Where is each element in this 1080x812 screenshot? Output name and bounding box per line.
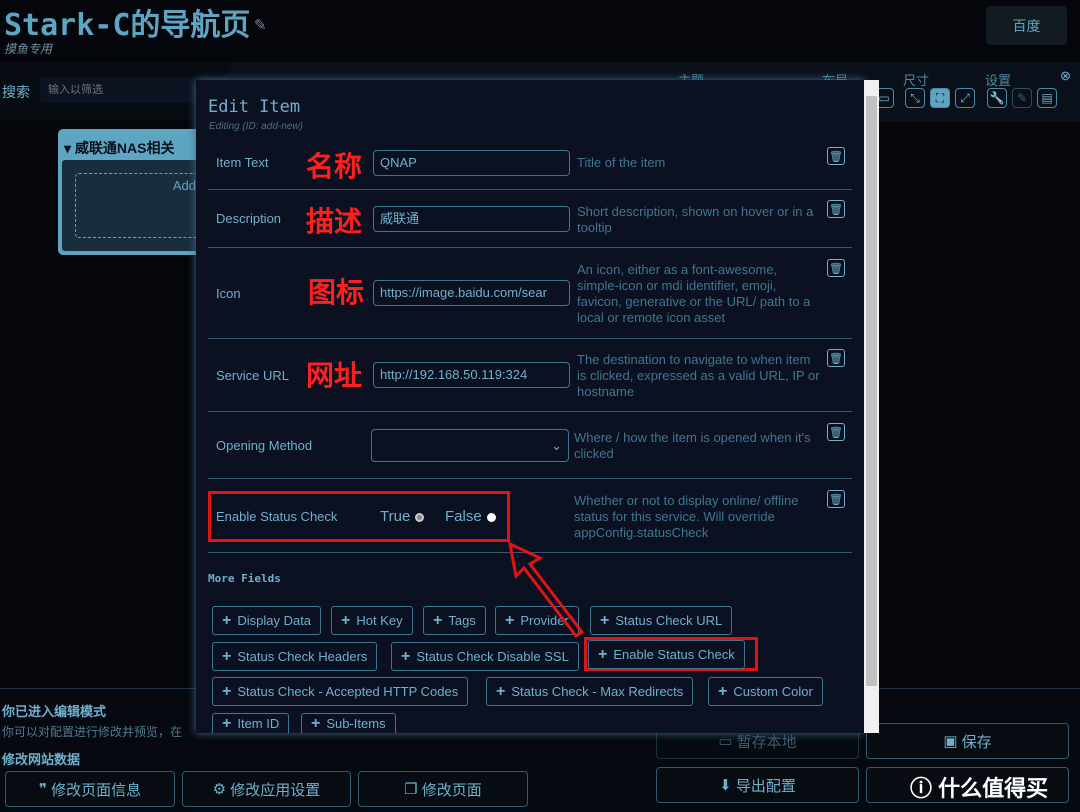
more-fields-heading: More Fields (208, 572, 281, 585)
size-medium-icon[interactable]: ⛶ (930, 88, 950, 108)
add-hot-key-button[interactable]: + Hot Key (331, 606, 413, 635)
opening-method-select[interactable]: ⌄ (371, 429, 569, 462)
add-status-check-disable-ssl-button[interactable]: + Status Check Disable SSL (391, 642, 579, 671)
radio-circle-selected (486, 512, 496, 522)
field-label: Description (216, 211, 282, 226)
config-label: 设置 (985, 73, 1012, 88)
description-input[interactable]: 威联通 (373, 206, 570, 232)
scrollbar-thumb[interactable] (866, 96, 877, 686)
field-description: The destination to navigate to when item… (577, 352, 820, 399)
radio-label: False (445, 508, 482, 525)
field-description: An icon, either as a font-awesome, simpl… (577, 262, 811, 325)
size-large-icon[interactable]: ⤢ (955, 88, 975, 108)
radio-circle (415, 512, 425, 522)
page-subtitle: 摸鱼专用 (4, 42, 53, 56)
save-button[interactable]: ▣ 保存 (866, 723, 1069, 759)
button-label: Status Check Headers (237, 649, 368, 664)
button-label: Status Check - Max Redirects (511, 684, 684, 699)
theme-palette-icon[interactable]: ▤ (1037, 88, 1057, 108)
button-label: Status Check URL (615, 613, 723, 628)
annotation-text: 网址 (306, 359, 363, 392)
button-label: Hot Key (356, 613, 403, 628)
field-label: Enable Status Check (216, 509, 338, 524)
field-label: Service URL (216, 368, 289, 383)
button-label: Sub-Items (326, 716, 386, 731)
trash-icon[interactable]: 🗑 (827, 147, 845, 165)
add-status-check-headers-button[interactable]: + Status Check Headers (212, 642, 378, 671)
annotation-arrow-icon (507, 541, 585, 639)
item-text-input[interactable]: QNAP (373, 150, 570, 176)
field-description: Title of the item (577, 155, 666, 170)
trash-icon[interactable]: 🗑 (827, 490, 845, 508)
add-accepted-http-codes-button[interactable]: + Status Check - Accepted HTTP Codes (212, 677, 469, 706)
add-tags-button[interactable]: + Tags (423, 606, 486, 635)
field-description: Where / how the item is opened when it's… (574, 430, 811, 461)
annotation-text: 名称 (306, 150, 363, 183)
add-custom-color-button[interactable]: + Custom Color (708, 677, 823, 706)
radio-true[interactable]: True (380, 508, 425, 525)
button-label: 导出配置 (735, 777, 796, 795)
modify-data-title: 修改网站数据 (2, 752, 81, 767)
modal-title: Edit Item (208, 97, 301, 117)
search-label: 搜索 (2, 84, 30, 100)
trash-icon[interactable]: 🗑 (827, 259, 845, 277)
field-label: Item Text (216, 155, 269, 170)
trash-icon[interactable]: 🗑 (827, 200, 845, 218)
edit-mode-desc: 你可以对配置进行修改并预览，在 (2, 725, 183, 739)
button-label: 暂存本地 (736, 733, 797, 751)
edit-pages-button[interactable]: ❐ 修改页面 (358, 771, 528, 807)
add-enable-status-check-button[interactable]: + Enable Status Check (588, 640, 745, 669)
button-label: Status Check Disable SSL (416, 649, 569, 664)
size-small-icon[interactable]: ⤡ (905, 88, 925, 108)
export-config-button[interactable]: ⬇ 导出配置 (656, 767, 859, 803)
add-sub-items-button[interactable]: + Sub-Items (301, 713, 396, 733)
edit-mode-title: 你已进入编辑模式 (2, 704, 107, 719)
service-url-input[interactable]: http://192.168.50.119:324 (373, 362, 570, 388)
section-title-text: 威联通NAS相关 (74, 140, 175, 156)
trash-icon[interactable]: 🗑 (827, 349, 845, 367)
section-title[interactable]: ▾ 威联通NAS相关 (64, 138, 174, 158)
trash-icon[interactable]: 🗑 (827, 423, 845, 441)
annotation-text: 图标 (308, 276, 365, 309)
baidu-link-button[interactable]: 百度 (986, 6, 1067, 45)
watermark-logo: ⓘ 什么值得买 (910, 776, 1049, 801)
button-label: Status Check - Accepted HTTP Codes (237, 684, 459, 699)
chevron-down-icon: ⌄ (551, 438, 562, 453)
field-label: Icon (216, 286, 241, 301)
close-icon[interactable]: ⊗ (1060, 68, 1071, 84)
page-title: Stark-C的导航页 (4, 8, 251, 43)
edit-title-pencil-icon[interactable]: ✎ (254, 16, 267, 34)
button-label: Enable Status Check (613, 647, 735, 662)
radio-false[interactable]: False (445, 508, 496, 525)
button-label: 修改页面信息 (51, 781, 142, 799)
button-label: 修改页面 (421, 781, 482, 799)
add-display-data-button[interactable]: + Display Data (212, 606, 322, 635)
modal-subtitle: Editing (ID: add-new) (209, 121, 303, 132)
add-item-placeholder[interactable]: Add (75, 173, 205, 238)
button-label: Item ID (237, 716, 280, 731)
icon-input[interactable]: https://image.baidu.com/sear (373, 280, 570, 306)
size-label: 尺寸 (903, 73, 930, 88)
edit-app-settings-button[interactable]: ⚙ 修改应用设置 (182, 771, 351, 807)
watermark-text: 什么值得买 (938, 776, 1049, 801)
wrench-icon[interactable]: 🔧 (987, 88, 1007, 108)
add-status-check-url-button[interactable]: + Status Check URL (590, 606, 733, 635)
field-description: Whether or not to display online/ offlin… (574, 493, 799, 540)
button-label: Custom Color (733, 684, 813, 699)
button-label: 保存 (961, 733, 992, 751)
annotation-text: 描述 (306, 205, 363, 238)
button-label: 修改应用设置 (230, 781, 321, 799)
add-item-id-button[interactable]: + Item ID (212, 713, 290, 733)
field-description: Short description, shown on hover or in … (577, 204, 814, 235)
add-max-redirects-button[interactable]: + Status Check - Max Redirects (486, 677, 694, 706)
button-label: Display Data (237, 613, 312, 628)
button-label: Tags (448, 613, 476, 628)
edit-page-info-button[interactable]: ❞ 修改页面信息 (5, 771, 175, 807)
radio-label: True (380, 508, 411, 525)
pencil-icon[interactable]: ✎ (1012, 88, 1032, 108)
field-label: Opening Method (216, 438, 313, 453)
